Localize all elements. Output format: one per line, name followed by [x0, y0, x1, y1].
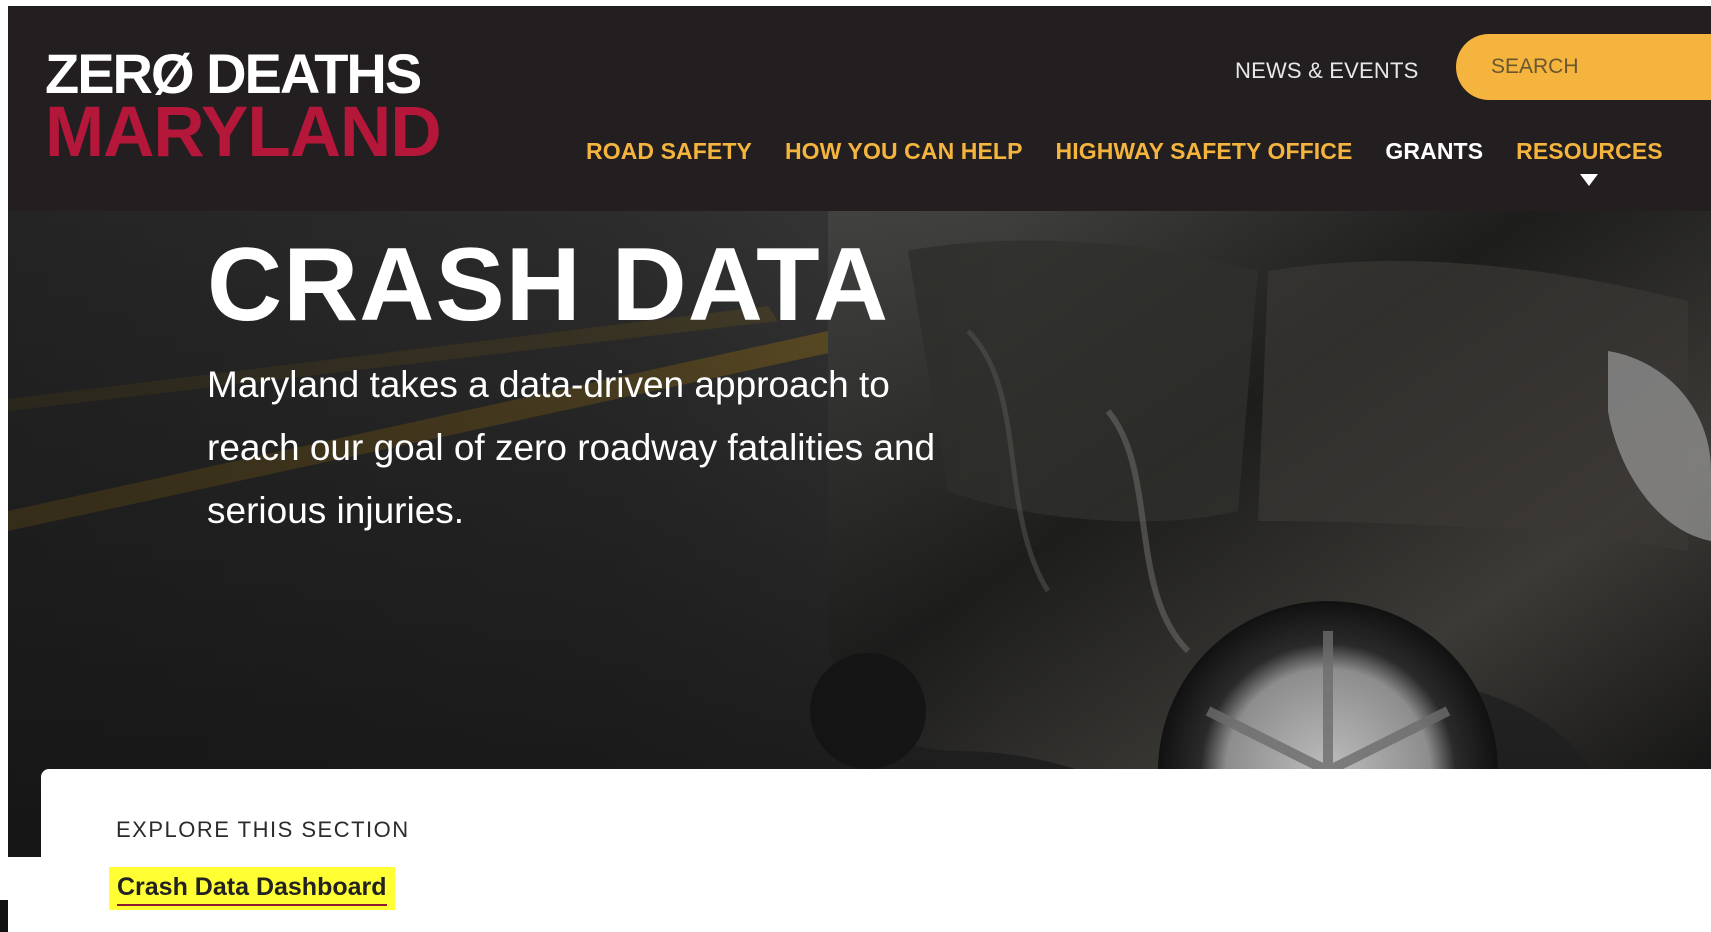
site-header: ZERØ DEATHS MARYLAND NEWS & EVENTS ROAD …: [8, 6, 1711, 211]
search-input[interactable]: [1489, 54, 1711, 80]
nav-road-safety[interactable]: ROAD SAFETY: [586, 138, 752, 165]
explore-heading: EXPLORE THIS SECTION: [116, 817, 410, 842]
search-box[interactable]: [1456, 34, 1711, 100]
site-logo[interactable]: ZERØ DEATHS MARYLAND: [45, 46, 465, 172]
explore-section-card: EXPLORE THIS SECTION Crash Data Dashboar…: [41, 769, 1711, 932]
main-nav: ROAD SAFETY HOW YOU CAN HELP HIGHWAY SAF…: [586, 134, 1663, 186]
nav-resources-label: RESOURCES: [1516, 137, 1663, 164]
crash-data-dashboard-link[interactable]: Crash Data Dashboard: [109, 867, 395, 910]
news-events-link[interactable]: NEWS & EVENTS: [1235, 58, 1419, 84]
page-title: CRASH DATA: [207, 227, 890, 343]
caret-down-icon: [1580, 173, 1599, 186]
hero-subtitle: Maryland takes a data-driven approach to…: [207, 364, 936, 531]
logo-line-2: MARYLAND: [45, 93, 442, 172]
nav-highway-safety-office[interactable]: HIGHWAY SAFETY OFFICE: [1056, 138, 1353, 165]
nav-grants[interactable]: GRANTS: [1385, 138, 1483, 165]
page: ZERØ DEATHS MARYLAND NEWS & EVENTS ROAD …: [8, 6, 1711, 932]
hero-banner: CRASH DATA Maryland takes a data-driven …: [8, 211, 1711, 857]
window-edge: [0, 900, 8, 932]
nav-resources[interactable]: RESOURCES: [1516, 137, 1663, 186]
nav-how-you-can-help[interactable]: HOW YOU CAN HELP: [785, 138, 1023, 165]
crash-data-dashboard-link-label: Crash Data Dashboard: [117, 873, 387, 906]
